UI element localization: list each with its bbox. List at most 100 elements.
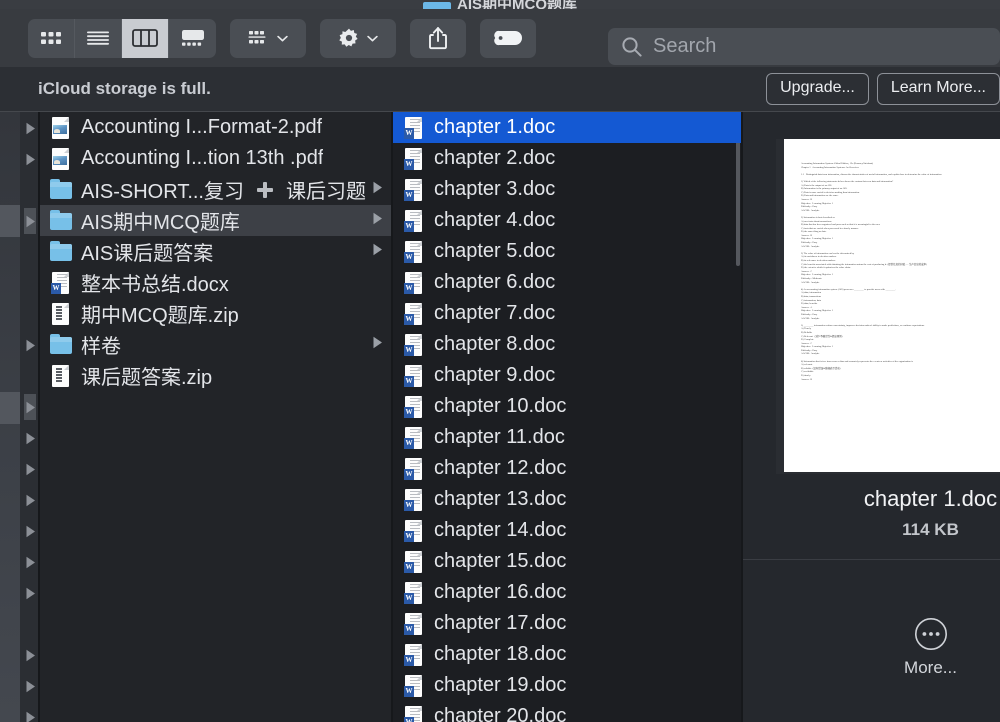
file-list-item[interactable]: AIS课后题答案	[40, 236, 391, 267]
chapter-list-item-label: chapter 12.doc	[434, 457, 567, 479]
column-0-disclosure-arrow[interactable]	[24, 363, 36, 389]
file-list-item[interactable]: Accounting I...tion 13th .pdf	[40, 143, 391, 174]
file-list-item-label-suffix: 课后习题	[286, 181, 366, 203]
share-button[interactable]	[410, 18, 466, 58]
file-list-item-label: 课后题答案.zip	[81, 367, 213, 389]
column-0-disclosure-arrow[interactable]	[24, 208, 36, 234]
finder-column-files[interactable]: Accounting I...Format-2.pdf Accounting I.…	[40, 112, 393, 722]
pdf-file-icon	[50, 116, 72, 140]
finder-column-0-partial[interactable]	[0, 112, 20, 722]
column-0-disclosure-arrow[interactable]	[24, 487, 36, 513]
folder-disclosure-arrow-icon[interactable]	[372, 181, 383, 199]
column-0-disclosure-arrow[interactable]	[24, 673, 36, 699]
word-file-icon: W	[403, 488, 425, 512]
chapter-list-item[interactable]: Wchapter 10.doc	[393, 391, 741, 422]
chapter-list-item[interactable]: Wchapter 8.doc	[393, 329, 741, 360]
file-list-item[interactable]: Accounting I...Format-2.pdf	[40, 112, 391, 143]
folder-icon	[50, 209, 72, 233]
chapter-list-item[interactable]: Wchapter 1.doc	[393, 112, 741, 143]
chapter-list-item-label: chapter 17.doc	[434, 612, 567, 634]
window-title-bar: AIS期中MCQ题库	[0, 0, 1000, 9]
column-0-disclosure-arrow[interactable]	[24, 301, 36, 327]
column-0-disclosure-arrow[interactable]	[24, 704, 36, 722]
chapter-list-item[interactable]: Wchapter 15.doc	[393, 546, 741, 577]
gallery-view-button[interactable]	[169, 19, 216, 58]
file-list-item[interactable]: AIS期中MCQ题库	[40, 205, 391, 236]
word-file-icon: W	[403, 147, 425, 171]
chapter-list-item-label: chapter 19.doc	[434, 674, 567, 696]
more-button[interactable]: More...	[743, 617, 1000, 678]
column-0-disclosure-arrow[interactable]	[24, 580, 36, 606]
finder-column-chapters[interactable]: Wchapter 1.doc Wchapter 2.doc Wchapter 3.d…	[393, 112, 743, 722]
chapter-list-item[interactable]: Wchapter 12.doc	[393, 453, 741, 484]
disclosure-arrow-icon	[26, 339, 35, 351]
column-0-disclosure-arrow[interactable]	[24, 549, 36, 575]
column-0-disclosure-arrow[interactable]	[24, 611, 36, 637]
word-file-icon: W	[403, 519, 425, 543]
chapter-list-item[interactable]: Wchapter 18.doc	[393, 639, 741, 670]
action-menu-button[interactable]	[320, 18, 396, 58]
chapter-list-item[interactable]: Wchapter 14.doc	[393, 515, 741, 546]
chapter-list-item[interactable]: Wchapter 7.doc	[393, 298, 741, 329]
column-0-disclosure-arrow[interactable]	[24, 332, 36, 358]
file-list-item[interactable]: 课后题答案.zip	[40, 360, 391, 391]
chapter-list-item-label: chapter 13.doc	[434, 488, 567, 510]
chapter-list-item[interactable]: Wchapter 16.doc	[393, 577, 741, 608]
column-0-disclosure-arrow[interactable]	[24, 394, 36, 420]
gear-icon	[339, 28, 358, 47]
file-list-item[interactable]: 样卷	[40, 329, 391, 360]
finder-toolbar: Search	[0, 9, 1000, 67]
folder-disclosure-arrow-icon[interactable]	[372, 336, 383, 354]
column-0-disclosure-arrow[interactable]	[24, 177, 36, 203]
search-placeholder: Search	[653, 35, 717, 57]
column-0-disclosure-arrow[interactable]	[24, 425, 36, 451]
chapter-list-item[interactable]: Wchapter 9.doc	[393, 360, 741, 391]
chapter-list-item[interactable]: Wchapter 5.doc	[393, 236, 741, 267]
word-file-icon: W	[403, 395, 425, 419]
disclosure-arrow-icon	[26, 680, 35, 692]
column-view-button[interactable]	[122, 18, 169, 58]
chapter-list-item[interactable]: Wchapter 3.doc	[393, 174, 741, 205]
file-list-item[interactable]: AIS-SHORT...复习 课后习题	[40, 174, 391, 205]
group-icon	[248, 31, 266, 44]
column-0-selected-row	[0, 392, 20, 424]
list-view-button[interactable]	[75, 18, 122, 58]
document-preview-thumbnail: Accounting Information Systems Global Ed…	[776, 139, 1000, 474]
group-by-button[interactable]	[230, 18, 306, 58]
chapter-list-item[interactable]: Wchapter 20.doc	[393, 701, 741, 722]
column-0-disclosure-arrow[interactable]	[24, 518, 36, 544]
chapter-list-item[interactable]: Wchapter 13.doc	[393, 484, 741, 515]
column-0-disclosure-arrow[interactable]	[24, 146, 36, 172]
tags-button[interactable]	[480, 18, 536, 58]
chapter-list-item[interactable]: Wchapter 11.doc	[393, 422, 741, 453]
view-mode-segmented-control[interactable]	[28, 18, 216, 58]
file-list-item[interactable]: 期中MCQ题库.zip	[40, 298, 391, 329]
chapter-list-item-label: chapter 7.doc	[434, 302, 556, 324]
upgrade-button[interactable]: Upgrade...	[766, 73, 869, 105]
file-list-item[interactable]: W 整本书总结.docx	[40, 267, 391, 298]
chapter-list-item-label: chapter 10.doc	[434, 395, 567, 417]
learn-more-button[interactable]: Learn More...	[876, 73, 1000, 105]
finder-column-1-disclosure-strip[interactable]	[20, 112, 40, 722]
folder-disclosure-arrow-icon[interactable]	[372, 212, 383, 230]
disclosure-arrow-icon	[26, 525, 35, 537]
icon-view-button[interactable]	[28, 18, 75, 58]
folder-disclosure-arrow-icon[interactable]	[372, 243, 383, 261]
column-0-disclosure-arrow[interactable]	[24, 270, 36, 296]
chapter-list-item[interactable]: Wchapter 6.doc	[393, 267, 741, 298]
disclosure-arrow-icon	[26, 432, 35, 444]
column-0-disclosure-arrow[interactable]	[24, 456, 36, 482]
chapter-list-item[interactable]: Wchapter 4.doc	[393, 205, 741, 236]
file-list-item-label: 样卷	[81, 336, 121, 358]
chapter-list-item-label: chapter 4.doc	[434, 209, 556, 231]
search-input[interactable]: Search	[608, 28, 1000, 65]
chapter-list-item[interactable]: Wchapter 19.doc	[393, 670, 741, 701]
column-0-disclosure-arrow[interactable]	[24, 115, 36, 141]
column-0-disclosure-arrow[interactable]	[24, 239, 36, 265]
chapter-list-item[interactable]: Wchapter 2.doc	[393, 143, 741, 174]
chevron-down-icon	[367, 35, 378, 41]
chapter-list-item[interactable]: Wchapter 17.doc	[393, 608, 741, 639]
chapter-list-item-label: chapter 3.doc	[434, 178, 556, 200]
disclosure-arrow-icon	[26, 494, 35, 506]
column-0-disclosure-arrow[interactable]	[24, 642, 36, 668]
